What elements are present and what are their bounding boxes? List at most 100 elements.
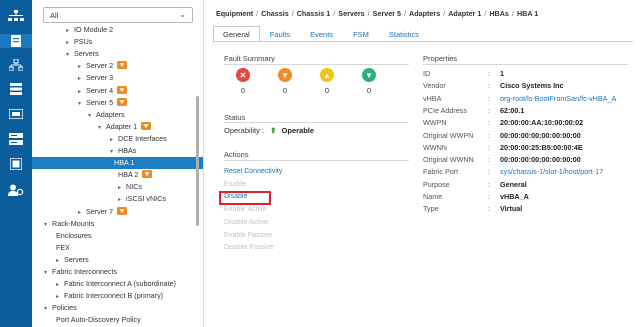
tab-fsm[interactable]: FSM	[343, 26, 379, 42]
divider	[224, 122, 409, 123]
property-value: 20:00:00:25:B5:00:00:4E	[500, 142, 583, 152]
breadcrumb-item[interactable]: Chassis	[261, 9, 289, 18]
fault-summary-heading: Fault Summary	[224, 54, 275, 63]
storage-icon[interactable]	[8, 132, 24, 146]
lan-icon[interactable]	[8, 58, 24, 72]
tree-node-label: Enclosures	[56, 230, 92, 240]
colon: :	[488, 167, 490, 177]
property-label: ID	[423, 69, 431, 78]
breadcrumb-item[interactable]: Adapter 1	[448, 9, 481, 18]
tab-statistics[interactable]: Statistics	[379, 26, 429, 42]
breadcrumb-item[interactable]: Server 5	[373, 9, 401, 18]
tree-node-label: Server 3	[86, 73, 114, 83]
tree-node[interactable]: ▸ Servers	[56, 254, 89, 266]
colon: :	[488, 118, 490, 128]
equipment-icon[interactable]	[8, 9, 24, 23]
tree-node[interactable]: ▸ Server 3	[78, 72, 113, 84]
major-warning-icon	[117, 97, 128, 106]
major-warning-icon	[142, 170, 153, 179]
major-fault-summary[interactable]: ▼ 0	[277, 68, 293, 95]
warning-fault-summary[interactable]: ▼ 0	[361, 68, 377, 95]
caret-down-icon[interactable]: ▾	[98, 122, 106, 134]
colon: :	[261, 126, 265, 135]
properties-heading: Properties	[423, 54, 458, 63]
san-icon[interactable]	[8, 82, 24, 96]
actions-heading: Actions	[224, 150, 249, 159]
colon: :	[488, 155, 490, 165]
main-content: Equipment / Chassis / Chassis 1/Servers / Serv…	[205, 0, 640, 327]
breadcrumb-item[interactable]: Adapters	[409, 9, 440, 18]
breadcrumb-item[interactable]: Chassis 1	[297, 9, 331, 18]
tree-node[interactable]: FEX	[56, 242, 70, 254]
tree-node[interactable]: ▾ Policies	[44, 302, 77, 314]
tree-node[interactable]: ▾ Fabric Interconnects	[44, 266, 117, 278]
breadcrumb-separator: /	[511, 9, 514, 18]
enable-action: Enable	[224, 180, 246, 188]
tab-events[interactable]: Events	[300, 26, 343, 42]
chassis-icon[interactable]	[8, 157, 24, 171]
colon: :	[488, 81, 490, 91]
tree-node-label: IO Module 2	[74, 25, 114, 34]
tree-node[interactable]: ▾ Rack-Mounts	[44, 218, 94, 230]
navigation-tree: All ⌄ ▸ IO Module 2 ▸ PSUs ▾ Servers ▸ Server 2…	[32, 0, 204, 327]
property-value[interactable]: sys/chassis-1/slot-1/host/port-17	[500, 166, 603, 177]
tree-node[interactable]: ▾ Adapters	[88, 109, 125, 121]
caret-down-icon[interactable]: ▾	[78, 98, 86, 110]
tree-node[interactable]: HBA 1	[32, 157, 203, 170]
tree-node[interactable]: ▸ NICs	[118, 181, 142, 193]
tree-node[interactable]: ▾ HBAs	[110, 145, 136, 157]
property-label: Purpose	[423, 179, 450, 189]
caret-down-icon[interactable]: ▾	[88, 110, 96, 122]
breadcrumb-separator: /	[404, 9, 407, 18]
vm-icon[interactable]	[8, 107, 24, 121]
tree-node[interactable]: ▸ Fabric Interconnect B (primary)	[56, 290, 163, 302]
caret-down-icon[interactable]: ▾	[44, 267, 52, 279]
tree-node[interactable]: ▸ iSCSI vNICs	[118, 193, 166, 205]
tree-node[interactable]: Enclosures	[56, 230, 92, 242]
tree-node[interactable]: ▸ Server 7	[78, 206, 128, 218]
caret-down-icon[interactable]: ▾	[44, 303, 52, 315]
tree-node[interactable]: ▾ Server 5	[78, 97, 128, 110]
filter-dropdown[interactable]: All ⌄	[43, 7, 193, 23]
tree-node[interactable]: ▸ Server 2	[78, 60, 128, 72]
admin-icon[interactable]	[8, 183, 24, 197]
tree-node[interactable]: ▸ Fabric Interconnect A (subordinate)	[56, 278, 176, 290]
tree-node[interactable]: ▸ Server 4	[78, 85, 128, 97]
colon: :	[488, 192, 490, 201]
major-warning-icon	[141, 121, 152, 130]
property-value: 00:00:00:00:00:00:00:00	[500, 155, 581, 165]
tree-node[interactable]: ▾ Adapter 1	[98, 121, 152, 134]
tree-node[interactable]: ▾ Servers	[66, 48, 99, 60]
tab-faults[interactable]: Faults	[260, 26, 300, 42]
minor-fault-summary[interactable]: ▲ 0	[319, 68, 335, 95]
tree-node[interactable]: HBA 2	[118, 169, 153, 181]
tree-node[interactable]: Port Auto-Discovery Policy	[56, 314, 141, 326]
caret-down-icon[interactable]: ▾	[44, 219, 52, 231]
major-warning-icon	[117, 61, 128, 70]
property-value[interactable]: org-root/ls-BootFromSan/fc-vHBA_A	[500, 93, 616, 104]
minor-fault-icon: ▲	[320, 68, 334, 82]
chevron-down-icon: ⌄	[179, 10, 186, 19]
colon: :	[488, 130, 490, 140]
tree-node[interactable]: ▸ DCE Interfaces	[110, 133, 167, 145]
property-value: 00:00:00:00:00:00:00:00	[500, 130, 581, 140]
breadcrumb-item[interactable]: Servers	[338, 9, 364, 18]
breadcrumb-item[interactable]: HBAs	[489, 9, 509, 18]
tree-scrollbar[interactable]	[196, 96, 199, 226]
caret-down-icon[interactable]: ▾	[66, 49, 74, 61]
major-warning-icon	[117, 85, 128, 94]
enable-active-action: Enable Active	[224, 206, 267, 214]
tree-node[interactable]: ▸ PSUs	[66, 36, 92, 48]
tree-node[interactable]: ▸ IO Module 2	[66, 24, 113, 36]
tree-node-label: HBA 2	[118, 170, 139, 180]
property-value: 1	[500, 69, 504, 78]
property-label: WWNN	[423, 142, 447, 152]
divider	[224, 160, 409, 161]
property-label: PCIe Address	[423, 105, 467, 115]
critical-fault-summary[interactable]: ✕ 0	[235, 68, 251, 95]
servers-icon[interactable]	[0, 34, 32, 48]
breadcrumb-item[interactable]: Equipment	[216, 9, 253, 18]
property-value: Cisco Systems Inc	[500, 81, 564, 91]
reset-connectivity-action[interactable]: Reset Connectivity	[224, 168, 282, 175]
tab-general[interactable]: General	[213, 26, 260, 42]
